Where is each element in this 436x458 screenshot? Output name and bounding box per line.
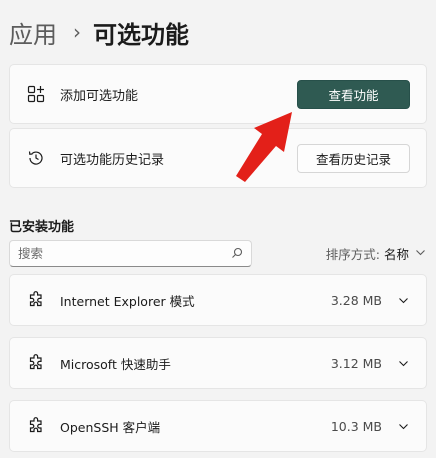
view-history-button[interactable]: 查看历史记录 bbox=[297, 143, 410, 173]
feature-history-label: 可选功能历史记录 bbox=[60, 152, 165, 168]
history-icon bbox=[26, 148, 46, 168]
sort-label: 排序方式: bbox=[325, 246, 380, 262]
chevron-down-icon[interactable] bbox=[396, 293, 410, 307]
feature-name: Internet Explorer 模式 bbox=[60, 293, 195, 309]
breadcrumb-separator: › bbox=[73, 20, 81, 44]
feature-size: 10.3 MB bbox=[330, 418, 382, 434]
puzzle-icon bbox=[26, 290, 46, 310]
page-title: 可选功能 bbox=[93, 20, 189, 49]
feature-size: 3.28 MB bbox=[330, 292, 382, 308]
sort-control[interactable]: 排序方式: 名称 bbox=[326, 243, 426, 263]
view-features-button[interactable]: 查看功能 bbox=[297, 79, 410, 109]
feature-size: 3.12 MB bbox=[330, 355, 382, 371]
add-feature-icon bbox=[26, 84, 46, 104]
feature-name: OpenSSH 客户端 bbox=[60, 419, 161, 435]
chevron-down-icon[interactable] bbox=[396, 419, 410, 433]
list-item[interactable]: Internet Explorer 模式 3.28 MB bbox=[9, 274, 427, 326]
add-feature-label: 添加可选功能 bbox=[60, 88, 139, 104]
breadcrumb-apps-link[interactable]: 应用 bbox=[9, 15, 57, 50]
search-box[interactable] bbox=[9, 240, 252, 267]
list-item[interactable]: OpenSSH 客户端 10.3 MB bbox=[9, 400, 427, 452]
chevron-down-icon[interactable] bbox=[415, 246, 426, 261]
puzzle-icon bbox=[26, 353, 46, 373]
installed-features-title: 已安装功能 bbox=[9, 220, 75, 235]
feature-name: Microsoft 快速助手 bbox=[60, 356, 171, 372]
search-input[interactable] bbox=[18, 246, 231, 261]
sort-value[interactable]: 名称 bbox=[384, 244, 409, 263]
breadcrumb: 应用 › 可选功能 bbox=[9, 12, 189, 52]
feature-history-card: 可选功能历史记录 查看历史记录 bbox=[9, 128, 427, 188]
search-icon[interactable] bbox=[231, 244, 243, 263]
list-item[interactable]: Microsoft 快速助手 3.12 MB bbox=[9, 337, 427, 389]
chevron-down-icon[interactable] bbox=[396, 356, 410, 370]
puzzle-icon bbox=[26, 416, 46, 436]
add-feature-card: 添加可选功能 查看功能 bbox=[9, 64, 427, 124]
